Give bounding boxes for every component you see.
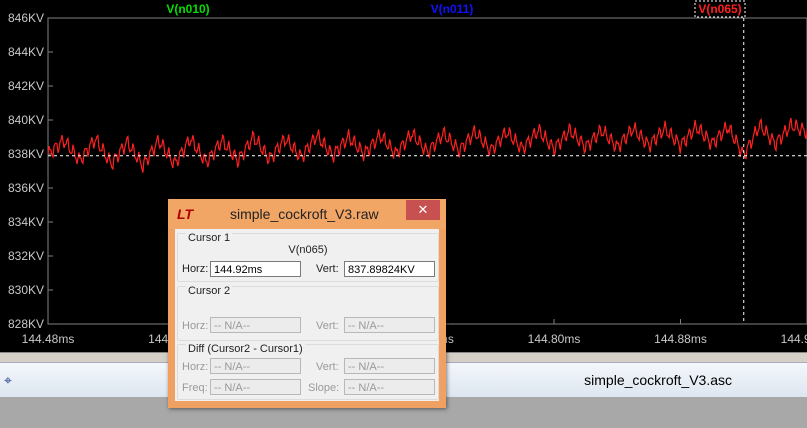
diff-slope-label: Slope: bbox=[308, 382, 340, 394]
y-tick-label: 828KV bbox=[8, 317, 44, 331]
schematic-window-title: simple_cockroft_V3.asc bbox=[584, 372, 732, 388]
cursor2-vert-label: Vert: bbox=[316, 320, 339, 332]
cursor1-group-title: Cursor 1 bbox=[186, 232, 233, 244]
cursor2-horz-label: Horz: bbox=[182, 320, 209, 332]
x-tick-label: 144.88ms bbox=[654, 332, 707, 346]
cursor1-vert-label: Vert: bbox=[316, 263, 339, 275]
y-tick-label: 838KV bbox=[8, 147, 44, 161]
x-tick-label: 144.48ms bbox=[22, 332, 75, 346]
dialog-body: Cursor 1 V(n065) Horz: 144.92ms Vert: 83… bbox=[175, 229, 439, 401]
cursor1-trace-name: V(n065) bbox=[288, 244, 328, 256]
cursor1-group: Cursor 1 V(n065) Horz: 144.92ms Vert: 83… bbox=[177, 232, 439, 282]
diff-group: Diff (Cursor2 - Cursor1) Horz: -- N/A-- … bbox=[177, 343, 439, 400]
diff-freq-label: Freq: bbox=[182, 382, 208, 394]
y-tick-label: 830KV bbox=[8, 283, 44, 297]
y-tick-label: 846KV bbox=[8, 11, 44, 25]
y-tick-label: 842KV bbox=[8, 79, 44, 93]
cursor2-horz-field: -- N/A-- bbox=[210, 317, 301, 333]
y-tick-label: 844KV bbox=[8, 45, 44, 59]
y-tick-label: 840KV bbox=[8, 113, 44, 127]
x-tick-label: 144.96ms bbox=[781, 332, 807, 346]
trace-label[interactable]: V(n010) bbox=[166, 2, 209, 16]
diff-vert-field: -- N/A-- bbox=[344, 358, 435, 374]
schematic-icon: ⌖ bbox=[4, 372, 12, 388]
cursor2-group-title: Cursor 2 bbox=[186, 285, 233, 297]
diff-horz-label: Horz: bbox=[182, 361, 209, 373]
cursor-readout-dialog[interactable]: LT simple_cockroft_V3.raw ✕ Cursor 1 V(n… bbox=[168, 199, 446, 408]
dialog-titlebar[interactable]: LT simple_cockroft_V3.raw ✕ bbox=[168, 199, 446, 229]
cursor1-horz-label: Horz: bbox=[182, 263, 209, 275]
cursor2-group: Cursor 2 Horz: -- N/A-- Vert: -- N/A-- bbox=[177, 285, 439, 341]
cursor1-vert-field[interactable]: 837.89824KV bbox=[344, 261, 435, 277]
x-tick-label: 144.80ms bbox=[528, 332, 581, 346]
diff-freq-field: -- N/A-- bbox=[210, 379, 301, 395]
y-tick-label: 832KV bbox=[8, 249, 44, 263]
cursor2-vert-field: -- N/A-- bbox=[344, 317, 435, 333]
close-button[interactable]: ✕ bbox=[406, 200, 440, 220]
y-tick-label: 834KV bbox=[8, 215, 44, 229]
trace-label[interactable]: V(n065) bbox=[698, 2, 741, 16]
diff-vert-label: Vert: bbox=[316, 361, 339, 373]
trace-label[interactable]: V(n011) bbox=[431, 2, 474, 16]
ltspice-logo-icon: LT bbox=[177, 206, 194, 222]
y-tick-label: 836KV bbox=[8, 181, 44, 195]
cursor1-horz-field[interactable]: 144.92ms bbox=[210, 261, 301, 277]
dialog-title: simple_cockroft_V3.raw bbox=[230, 206, 379, 222]
diff-horz-field: -- N/A-- bbox=[210, 358, 301, 374]
diff-group-title: Diff (Cursor2 - Cursor1) bbox=[186, 343, 305, 355]
diff-slope-field: -- N/A-- bbox=[344, 379, 435, 395]
trace-v-n065 bbox=[47, 117, 807, 173]
